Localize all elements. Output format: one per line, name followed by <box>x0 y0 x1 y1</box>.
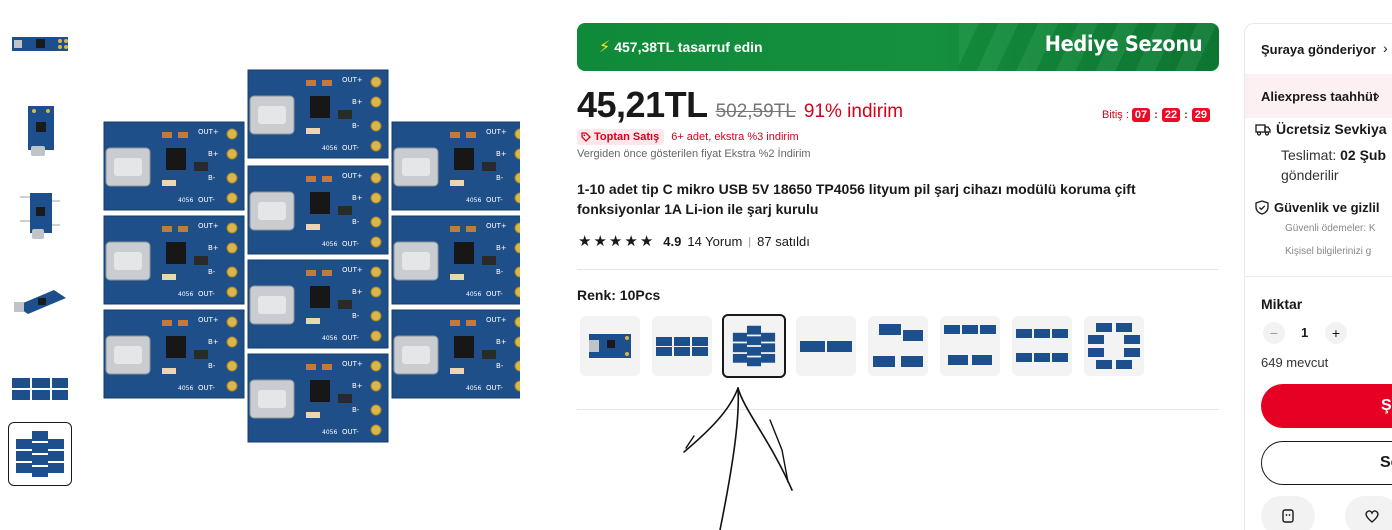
variant-10pcs-icon <box>732 325 776 367</box>
share-button[interactable] <box>1261 496 1315 530</box>
boards-row-thumb-icon <box>12 378 68 400</box>
star-icon: ★ <box>608 232 623 250</box>
wishlist-button[interactable] <box>1345 496 1392 530</box>
free-shipping-label: Ücretsiz Sevkiya <box>1276 121 1387 137</box>
delivery-date: 02 Şub <box>1340 147 1387 163</box>
tax-note: Vergiden önce gösterilen fiyat Ekstra %2… <box>577 148 811 160</box>
secure-payments-line: Güvenli ödemeler: K <box>1285 223 1376 234</box>
single-board-thumb-icon <box>28 106 54 156</box>
price-row: 45,21TL 502,59TL 91% indirim <box>577 84 903 126</box>
countdown-label: Bitiş : <box>1102 109 1129 121</box>
star-icon: ★ <box>639 232 654 250</box>
add-to-cart-button[interactable]: Se <box>1261 441 1392 485</box>
privacy-line: Kişisel bilgilerinizi g <box>1285 246 1372 257</box>
chevron-right-icon[interactable]: › <box>1375 87 1380 103</box>
heart-icon <box>1365 510 1379 523</box>
delivery-prefix: Teslimat: <box>1281 147 1341 163</box>
wholesale-row: Toptan Satış 6+ adet, ekstra %3 indirim <box>577 129 799 145</box>
star-icon: ★ <box>624 232 638 250</box>
variant-4pcs-icon <box>873 324 923 367</box>
current-price: 45,21TL <box>577 84 708 125</box>
ten-tp4056-boards-icon: OUT+ B+ B- OUT- 4056 <box>103 69 533 443</box>
security-privacy: Güvenlik ve gizlil <box>1255 200 1379 215</box>
countdown-minutes: 22 <box>1161 108 1181 122</box>
sold-count: 87 satıldı <box>757 234 810 249</box>
thumbnail-4[interactable] <box>8 270 72 334</box>
separator: | <box>748 235 752 248</box>
thumbnail-2[interactable] <box>8 98 72 162</box>
wholesale-badge[interactable]: Toptan Satış <box>577 129 665 145</box>
star-icon: ★ <box>593 232 607 250</box>
countdown-hours: 07 <box>1131 108 1151 122</box>
lightning-icon: ⚡ <box>599 39 611 56</box>
wholesale-badge-label: Toptan Satış <box>594 131 660 143</box>
delivery-suffix: gönderilir <box>1281 167 1339 183</box>
rating-value: 4.9 <box>663 234 682 249</box>
quantity-value[interactable]: 1 <box>1301 325 1308 340</box>
thumbnail-5[interactable] <box>8 356 72 420</box>
savings-label: 457,38TL tasarruf edin <box>614 39 763 55</box>
variant-option-7[interactable] <box>1012 316 1072 376</box>
share-icon <box>1282 509 1294 523</box>
variant-option-3[interactable] <box>722 314 786 378</box>
variant-option-4[interactable] <box>796 316 856 376</box>
review-count-link[interactable]: 14 Yorum <box>687 234 742 249</box>
truck-icon <box>1255 124 1271 136</box>
countdown-seconds: 29 <box>1191 108 1210 122</box>
thumbnail-6[interactable] <box>8 422 72 486</box>
star-rating: ★ ★ ★ ★ ★ <box>578 232 654 250</box>
free-shipping: Ücretsiz Sevkiya <box>1255 121 1387 137</box>
variant-option-1[interactable] <box>580 316 640 376</box>
shield-check-icon <box>1255 200 1269 215</box>
main-product-image[interactable]: OUT+ B+ B- OUT- 4056 <box>100 66 533 444</box>
delivery-info: Teslimat: 02 Şub gönderilir <box>1281 145 1386 185</box>
purchase-panel: Şuraya gönderiyor › Aliexpress taahhüt ›… <box>1244 23 1392 530</box>
board-angle-thumb-icon <box>14 290 66 314</box>
countdown-timer: Bitiş : 07 : 22 : 29 <box>1102 108 1210 122</box>
ship-to-label[interactable]: Şuraya gönderiyor <box>1261 42 1376 57</box>
tag-icon <box>581 132 591 142</box>
variant-3pcs-icon <box>656 337 708 356</box>
thumbnail-1[interactable] <box>8 12 72 76</box>
variant-5pcs-icon <box>944 325 996 365</box>
board-diagram-thumb-icon <box>20 193 60 239</box>
quantity-increase-button[interactable]: + <box>1325 322 1347 344</box>
ten-boards-thumb-icon <box>16 431 64 477</box>
hand-drawn-arrow-icon <box>683 387 793 530</box>
quantity-decrease-button[interactable]: − <box>1263 322 1285 344</box>
stock-count: 649 mevcut <box>1261 355 1329 370</box>
promo-banner[interactable]: ⚡ 457,38TL tasarruf edin Hediye Sezonu <box>577 23 1219 71</box>
variant-8pcs-icon <box>1088 323 1140 369</box>
original-price: 502,59TL <box>715 101 796 122</box>
divider <box>1245 276 1392 277</box>
event-title: Hediye Sezonu <box>1044 32 1202 56</box>
star-icon: ★ <box>578 232 592 250</box>
divider <box>577 269 1219 270</box>
variant-option-6[interactable] <box>940 316 1000 376</box>
variant-label: Renk: 10Pcs <box>577 287 661 303</box>
board-strip-thumb-icon <box>12 37 68 51</box>
quantity-label: Miktar <box>1261 296 1303 312</box>
wholesale-offer: 6+ adet, ekstra %3 indirim <box>671 131 799 143</box>
savings-text: ⚡ 457,38TL tasarruf edin <box>599 37 763 57</box>
rating-row: ★ ★ ★ ★ ★ 4.9 14 Yorum | 87 satıldı <box>578 232 810 250</box>
variant-option-2[interactable] <box>652 316 712 376</box>
thumbnail-3[interactable] <box>8 184 72 248</box>
variant-1pc-icon <box>589 334 631 358</box>
product-title: 1-10 adet tip C mikro USB 5V 18650 TP405… <box>577 181 1136 217</box>
buy-now-button[interactable]: Ş <box>1261 384 1392 428</box>
variant-option-8[interactable] <box>1084 316 1144 376</box>
commitment-label[interactable]: Aliexpress taahhüt <box>1261 89 1377 104</box>
variant-option-5[interactable] <box>868 316 928 376</box>
chevron-right-icon[interactable]: › <box>1383 40 1388 56</box>
security-label: Güvenlik ve gizlil <box>1274 200 1380 215</box>
variant-6pcs-icon <box>1016 329 1068 362</box>
discount-label: 91% indirim <box>803 101 904 122</box>
variant-2pcs-icon <box>800 341 852 352</box>
